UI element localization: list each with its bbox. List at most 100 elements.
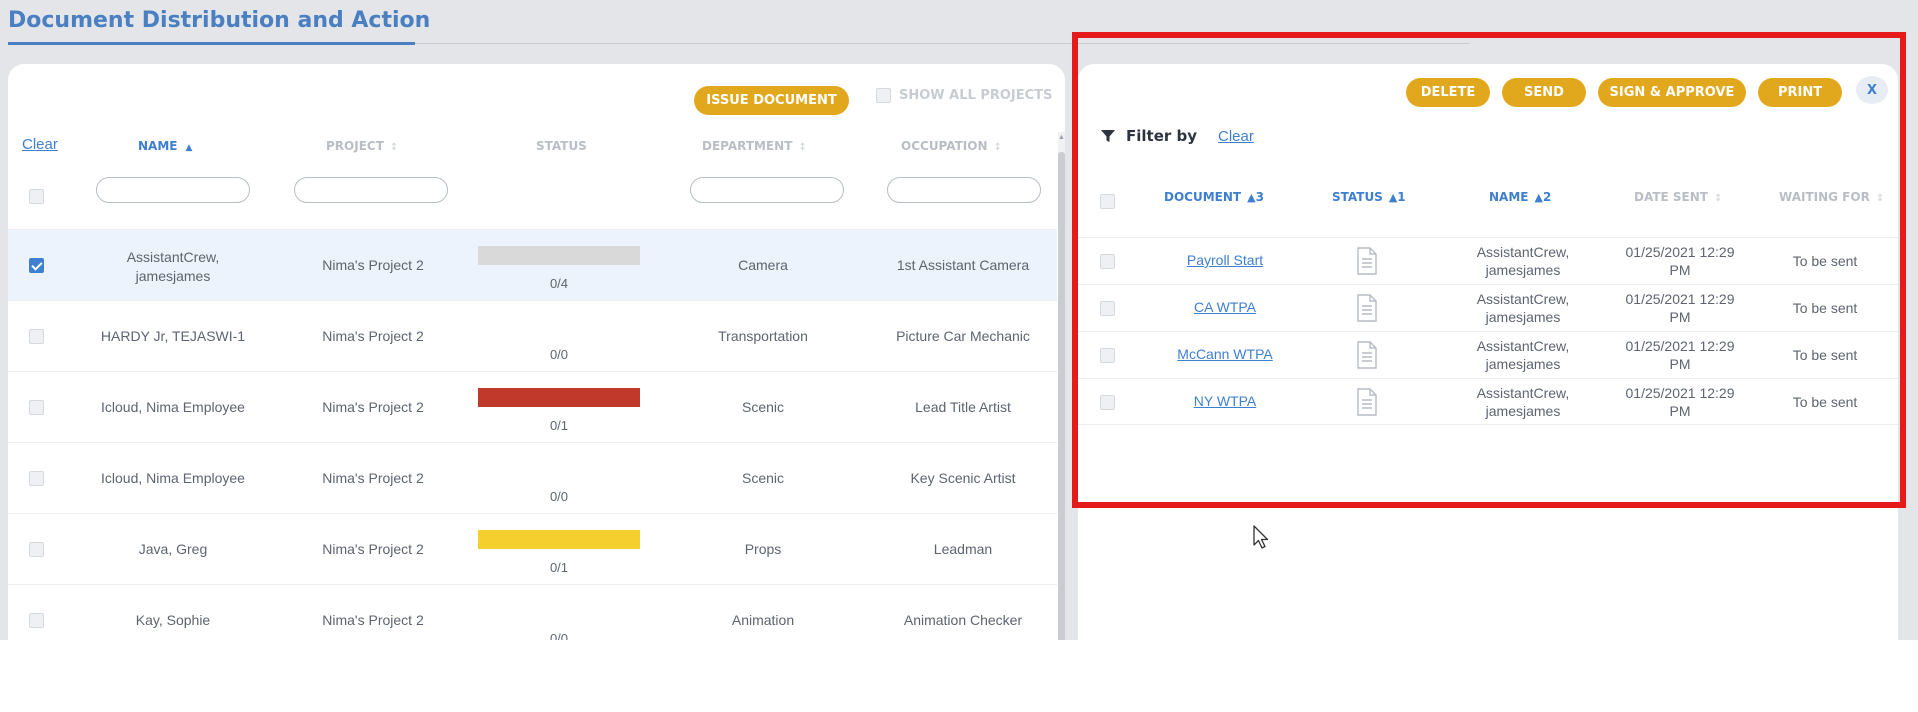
row-status-count: 0/4 (549, 276, 569, 291)
document-detail-panel: DELETE SEND SIGN & APPROVE PRINT X Filte… (1078, 64, 1898, 640)
row-name: AssistantCrew, jamesjames (1476, 291, 1570, 325)
column-header-status[interactable]: STATUS ▲1 (1332, 190, 1406, 204)
row-department: Props (744, 541, 782, 557)
row-status-count: 0/0 (549, 347, 569, 362)
column-header-occupation[interactable]: OCCUPATION ↕ (901, 139, 1002, 153)
column-header-waiting-for-label: WAITING FOR (1779, 190, 1870, 204)
document-link[interactable]: Payroll Start (1158, 252, 1292, 268)
row-date-sent: 01/25/2021 12:29 PM (1625, 385, 1735, 419)
sign-approve-button[interactable]: SIGN & APPROVE (1598, 78, 1746, 107)
sort-asc-icon: ▲ (1247, 191, 1256, 204)
table-row[interactable]: Kay, Sophie Nima's Project 2 0/0 Animation A… (8, 584, 1057, 640)
table-row[interactable]: NY WTPA AssistantCrew, jamesjames 01/25/20… (1078, 378, 1898, 425)
status-progress-bar (478, 388, 640, 407)
row-occupation: Animation Checker (903, 612, 1023, 628)
column-header-status: STATUS (536, 139, 587, 153)
row-project: Nima's Project 2 (322, 470, 424, 486)
row-project: Nima's Project 2 (322, 399, 424, 415)
row-name: AssistantCrew, jamesjames (1476, 244, 1570, 278)
filter-by-label: Filter by (1126, 127, 1198, 145)
column-header-project[interactable]: PROJECT ↕ (326, 139, 398, 153)
row-occupation: 1st Assistant Camera (896, 257, 1030, 273)
name-filter-input[interactable] (96, 177, 250, 203)
row-project: Nima's Project 2 (322, 541, 424, 557)
document-link[interactable]: CA WTPA (1158, 299, 1292, 315)
sort-asc-icon: ▲ (185, 143, 193, 153)
document-link[interactable]: McCann WTPA (1158, 346, 1292, 362)
row-department: Scenic (741, 470, 785, 486)
scroll-up-icon[interactable]: ▲ (1058, 134, 1065, 141)
row-project: Nima's Project 2 (322, 328, 424, 344)
show-all-projects-checkbox[interactable] (876, 88, 891, 103)
row-department: Camera (738, 257, 788, 273)
app-window: Document Distribution and Action ISSUE D… (0, 0, 1918, 640)
table-row[interactable]: Payroll Start AssistantCrew, jamesjames 01… (1078, 237, 1898, 284)
row-checkbox[interactable] (29, 400, 44, 415)
status-progress-bar (478, 317, 640, 336)
document-icon[interactable] (1356, 294, 1378, 322)
department-filter-input[interactable] (690, 177, 844, 203)
row-checkbox[interactable] (1100, 254, 1115, 269)
column-header-name[interactable]: NAME ▲ (138, 139, 192, 153)
project-filter-input[interactable] (294, 177, 448, 203)
select-all-checkbox[interactable] (29, 189, 44, 204)
row-status-count: 0/1 (549, 418, 569, 433)
sort-icon: ↕ (798, 142, 807, 153)
column-header-document[interactable]: DOCUMENT ▲3 (1164, 190, 1264, 204)
status-progress-bar (478, 530, 640, 549)
table-row[interactable]: Icloud, Nima Employee Nima's Project 2 0/1… (8, 371, 1057, 442)
sort-icon: ↕ (1875, 193, 1885, 204)
table-row[interactable]: McCann WTPA AssistantCrew, jamesjames 01/2… (1078, 331, 1898, 378)
close-panel-button[interactable]: X (1856, 76, 1888, 104)
table-row[interactable]: CA WTPA AssistantCrew, jamesjames 01/25/20… (1078, 284, 1898, 331)
table-row[interactable]: AssistantCrew, jamesjames Nima's Project … (8, 229, 1057, 300)
status-progress-bar (478, 459, 640, 478)
column-header-department-label: DEPARTMENT (702, 139, 793, 153)
row-checkbox[interactable] (29, 613, 44, 628)
table-row[interactable]: HARDY Jr, TEJASWI-1 Nima's Project 2 0/0 Tr… (8, 300, 1057, 371)
row-date-sent: 01/25/2021 12:29 PM (1625, 338, 1735, 372)
filter-by[interactable]: Filter by (1100, 127, 1197, 145)
row-name: Icloud, Nima Employee (101, 399, 245, 415)
row-checkbox[interactable] (1100, 301, 1115, 316)
scrollbar-thumb[interactable] (1058, 152, 1065, 640)
row-waiting-for: To be sent (1792, 300, 1858, 316)
column-header-date-sent[interactable]: DATE SENT ↕ (1634, 190, 1722, 204)
column-header-occupation-label: OCCUPATION (901, 139, 988, 153)
document-link[interactable]: NY WTPA (1158, 393, 1292, 409)
row-name: AssistantCrew, jamesjames (1476, 385, 1570, 419)
show-all-projects-toggle[interactable]: SHOW ALL PROJECTS (876, 88, 1052, 103)
row-occupation: Lead Title Artist (915, 399, 1011, 415)
row-name: Java, Greg (138, 541, 208, 557)
document-icon[interactable] (1356, 247, 1378, 275)
select-all-documents-checkbox[interactable] (1100, 194, 1115, 209)
row-checkbox[interactable] (1100, 348, 1115, 363)
column-header-department[interactable]: DEPARTMENT ↕ (702, 139, 807, 153)
row-occupation: Picture Car Mechanic (896, 328, 1030, 344)
table-row[interactable]: Icloud, Nima Employee Nima's Project 2 0/0… (8, 442, 1057, 513)
column-header-name[interactable]: NAME ▲2 (1489, 190, 1551, 204)
row-checkbox[interactable] (29, 258, 44, 273)
occupation-filter-input[interactable] (887, 177, 1041, 203)
status-progress-bar (478, 601, 640, 620)
document-icon[interactable] (1356, 341, 1378, 369)
document-icon[interactable] (1356, 388, 1378, 416)
issue-document-button[interactable]: ISSUE DOCUMENT (694, 86, 849, 115)
row-status-count: 0/0 (549, 489, 569, 504)
row-checkbox[interactable] (29, 329, 44, 344)
print-button[interactable]: PRINT (1758, 78, 1842, 107)
row-checkbox[interactable] (1100, 395, 1115, 410)
clear-filters-link[interactable]: Clear (22, 136, 58, 153)
sort-icon: ↕ (1713, 193, 1723, 204)
show-all-projects-label: SHOW ALL PROJECTS (899, 88, 1053, 103)
row-department: Transportation (718, 328, 808, 344)
send-button[interactable]: SEND (1502, 78, 1586, 107)
clear-filter-link[interactable]: Clear (1218, 128, 1254, 145)
row-waiting-for: To be sent (1792, 253, 1858, 269)
delete-button[interactable]: DELETE (1406, 78, 1490, 107)
row-checkbox[interactable] (29, 471, 44, 486)
column-header-waiting-for[interactable]: WAITING FOR ↕ (1779, 190, 1884, 204)
row-checkbox[interactable] (29, 542, 44, 557)
row-date-sent: 01/25/2021 12:29 PM (1625, 291, 1735, 325)
table-row[interactable]: Java, Greg Nima's Project 2 0/1 Props Leadma… (8, 513, 1057, 584)
